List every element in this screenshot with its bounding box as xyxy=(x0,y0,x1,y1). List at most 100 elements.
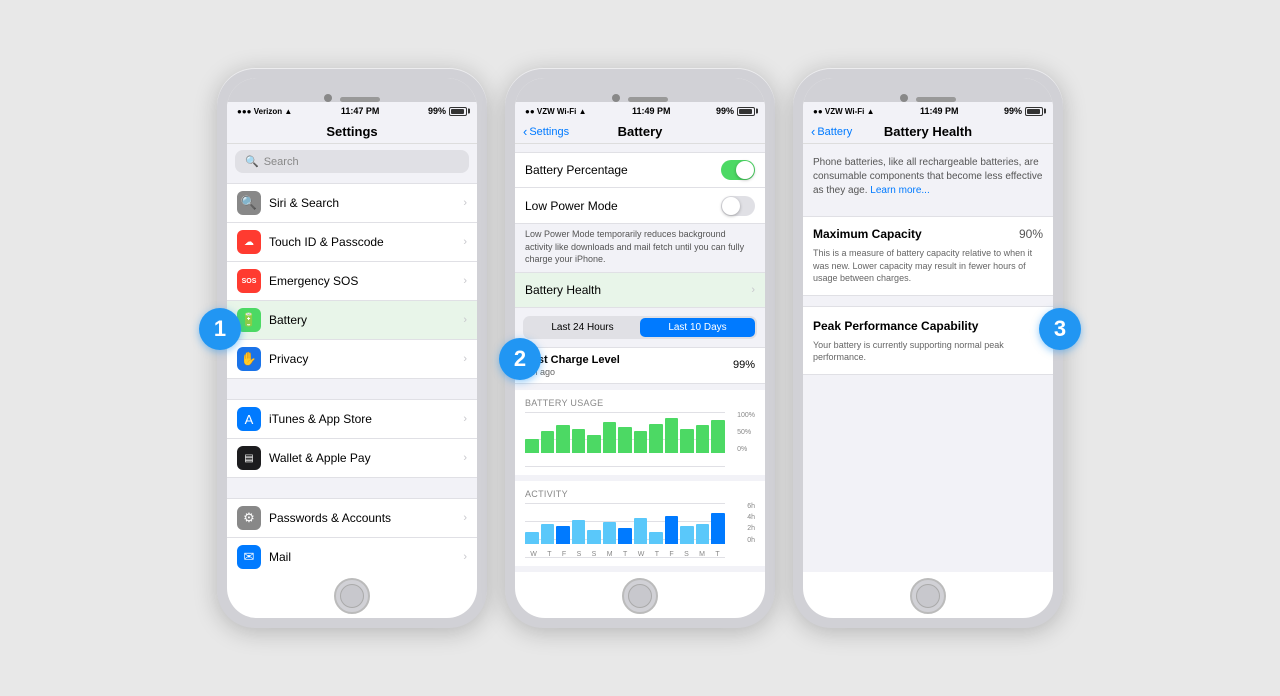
appstore-icon: A xyxy=(237,407,261,431)
act-bar-3 xyxy=(556,526,570,544)
battery-health-row[interactable]: Battery Health › xyxy=(515,272,765,308)
touchid-icon: ☁ xyxy=(237,230,261,254)
peak-performance-section: Peak Performance Capability Your battery… xyxy=(803,306,1053,375)
speaker-3 xyxy=(916,97,956,102)
status-bar-1: ●●● Verizon ▲ 11:47 PM 99% xyxy=(227,102,477,118)
segment-10d[interactable]: Last 10 Days xyxy=(640,318,755,337)
act-bar-7 xyxy=(618,528,632,544)
wallet-label: Wallet & Apple Pay xyxy=(269,451,463,465)
nav-bar-3: ‹ Battery Battery Health xyxy=(803,118,1053,144)
phone-top-hardware xyxy=(227,78,477,102)
learn-more-link[interactable]: Learn more... xyxy=(870,185,929,196)
battery-percentage-row[interactable]: Battery Percentage xyxy=(515,152,765,188)
battery-pct-2: 99% xyxy=(716,106,734,116)
max-capacity-value: 90% xyxy=(1019,227,1043,241)
back-arrow-icon: ‹ xyxy=(523,124,527,139)
usage-chart-wrap: 100% 50% 0% xyxy=(525,412,755,467)
peak-desc: Your battery is currently supporting nor… xyxy=(813,339,1043,364)
nav-title-3: Battery Health xyxy=(884,124,972,139)
settings-group-3: ⚙ Passwords & Accounts › ✉ Mail › 👤 Cont… xyxy=(227,498,477,572)
act-bar-1 xyxy=(525,532,539,544)
battery-pct-row-label: Battery Percentage xyxy=(525,163,721,177)
screen-battery-health: Phone batteries, like all rechargeable b… xyxy=(803,144,1053,572)
screen-battery: Battery Percentage Low Power Mode Low Po… xyxy=(515,144,765,572)
nav-back-settings[interactable]: ‹ Settings xyxy=(523,124,569,139)
battery-pct-toggle[interactable] xyxy=(721,160,755,180)
home-button-2[interactable] xyxy=(622,578,658,614)
activity-title: ACTIVITY xyxy=(525,489,755,499)
settings-row-wallet[interactable]: ▤ Wallet & Apple Pay › xyxy=(227,439,477,478)
battery-toggle-section: Battery Percentage Low Power Mode xyxy=(515,152,765,224)
nav-title-1: Settings xyxy=(326,124,377,139)
siri-label: Siri & Search xyxy=(269,196,463,210)
settings-row-passwords[interactable]: ⚙ Passwords & Accounts › xyxy=(227,498,477,538)
battery-pct-1: 99% xyxy=(428,106,446,116)
time-3: 11:49 PM xyxy=(920,106,959,116)
day-labels: W T F S S M T W T F S M T xyxy=(525,551,725,558)
settings-group-2: A iTunes & App Store › ▤ Wallet & Apple … xyxy=(227,399,477,478)
nav-bar-2: ‹ Settings Battery xyxy=(515,118,765,144)
bar-12 xyxy=(696,425,710,452)
front-camera xyxy=(324,94,332,102)
nav-back-battery[interactable]: ‹ Battery xyxy=(811,124,852,139)
bar-13 xyxy=(711,420,725,453)
settings-row-mail[interactable]: ✉ Mail › xyxy=(227,538,477,572)
status-bar-3: ●● VZW Wi-Fi ▲ 11:49 PM 99% xyxy=(803,102,1053,118)
phone-top-hardware-3 xyxy=(803,78,1053,102)
battery-health-section: Battery Health › xyxy=(515,272,765,308)
sos-label: Emergency SOS xyxy=(269,274,463,288)
settings-row-siri[interactable]: 🔍 Siri & Search › xyxy=(227,183,477,223)
battery-usage-title: BATTERY USAGE xyxy=(525,398,755,408)
bar-9 xyxy=(649,424,663,453)
phone-3: ●● VZW Wi-Fi ▲ 11:49 PM 99% ‹ Battery Ba… xyxy=(793,68,1063,628)
siri-icon: 🔍 xyxy=(237,191,261,215)
bar-5 xyxy=(587,435,601,453)
act-bar-6 xyxy=(603,522,617,543)
mail-icon: ✉ xyxy=(237,545,261,569)
activity-pct-labels: 6h 4h 2h 0h xyxy=(747,503,755,544)
act-bar-13 xyxy=(711,513,725,544)
last-charge-sub: 2m ago xyxy=(525,367,620,377)
bar-1 xyxy=(525,439,539,453)
settings-row-sos[interactable]: SOS Emergency SOS › xyxy=(227,262,477,301)
last-charge-section: Last Charge Level 2m ago 99% xyxy=(515,347,765,384)
settings-row-touchid[interactable]: ☁ Touch ID & Passcode › xyxy=(227,223,477,262)
passwords-icon: ⚙ xyxy=(237,506,261,530)
settings-row-battery[interactable]: 🔋 Battery › xyxy=(227,301,477,340)
search-icon: 🔍 xyxy=(245,155,259,168)
carrier-2: ●● VZW Wi-Fi ▲ xyxy=(525,107,587,116)
settings-row-privacy[interactable]: ✋ Privacy › xyxy=(227,340,477,379)
max-capacity-section: Maximum Capacity 90% This is a measure o… xyxy=(803,216,1053,296)
carrier-1: ●●● Verizon ▲ xyxy=(237,107,292,116)
low-power-toggle[interactable] xyxy=(721,196,755,216)
search-bar[interactable]: 🔍 Search xyxy=(235,150,469,173)
act-bar-12 xyxy=(696,524,710,544)
bar-11 xyxy=(680,429,694,452)
front-camera-3 xyxy=(900,94,908,102)
back-arrow-icon-3: ‹ xyxy=(811,124,815,139)
act-bar-2 xyxy=(541,524,555,544)
low-power-row[interactable]: Low Power Mode xyxy=(515,188,765,224)
activity-chart-bars xyxy=(525,505,725,544)
home-button-1[interactable] xyxy=(334,578,370,614)
act-bar-11 xyxy=(680,526,694,544)
usage-chart-bars xyxy=(525,414,725,453)
settings-row-appstore[interactable]: A iTunes & App Store › xyxy=(227,399,477,439)
home-button-3[interactable] xyxy=(910,578,946,614)
battery-label: Battery xyxy=(269,313,463,327)
carrier-3: ●● VZW Wi-Fi ▲ xyxy=(813,107,875,116)
act-bar-4 xyxy=(572,520,586,543)
appstore-label: iTunes & App Store xyxy=(269,412,463,426)
privacy-label: Privacy xyxy=(269,352,463,366)
max-capacity-desc: This is a measure of battery capacity re… xyxy=(813,247,1043,285)
time-1: 11:47 PM xyxy=(341,106,380,116)
screen-settings: 🔍 Search 🔍 Siri & Search › ☁ Touch ID & … xyxy=(227,144,477,572)
health-remaining-area xyxy=(803,385,1053,572)
bar-4 xyxy=(572,429,586,452)
speaker xyxy=(340,97,380,102)
battery-icon-2 xyxy=(737,107,755,116)
nav-bar-1: Settings xyxy=(227,118,477,144)
segment-control[interactable]: Last 24 Hours Last 10 Days xyxy=(523,316,757,339)
activity-chart: ACTIVITY 6h 4h 2h 0h xyxy=(515,481,765,566)
segment-24h[interactable]: Last 24 Hours xyxy=(525,318,640,337)
